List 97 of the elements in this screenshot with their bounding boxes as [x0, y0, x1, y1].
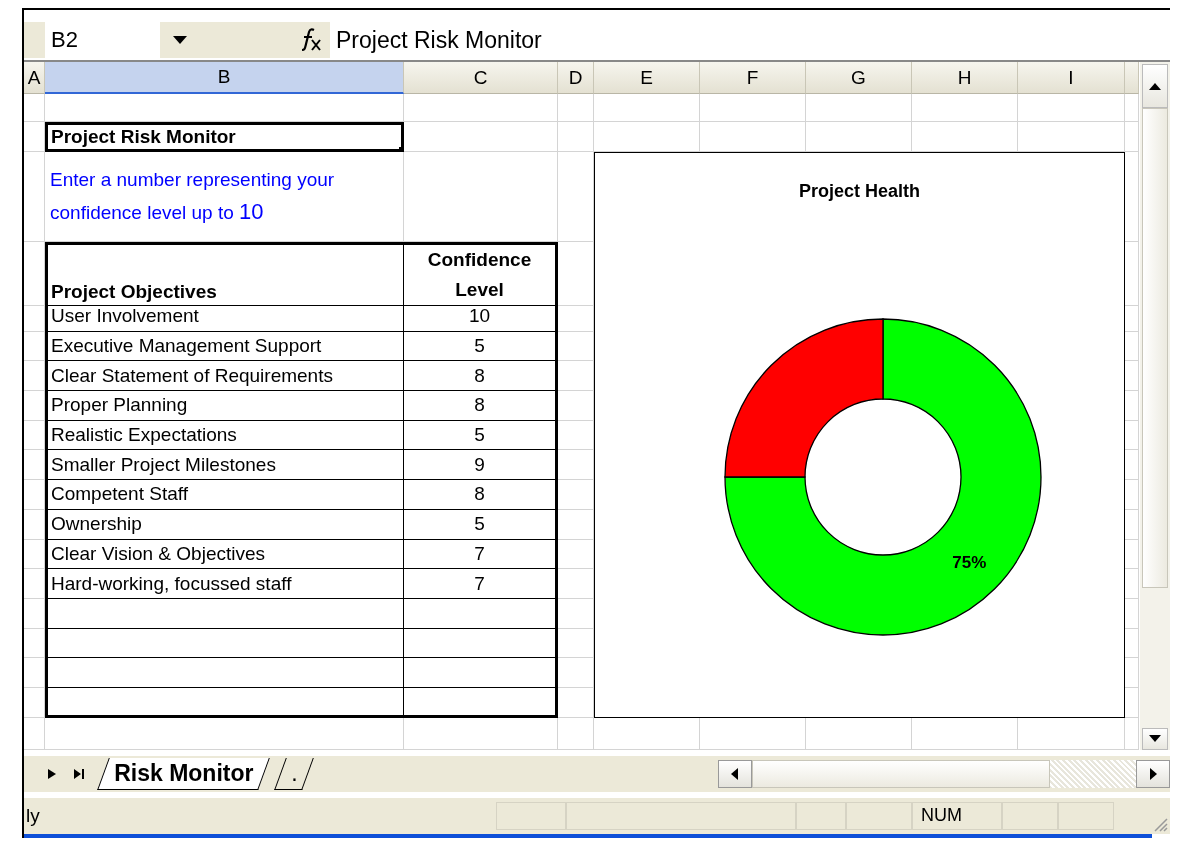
status-text: ly: [25, 804, 41, 827]
sheet-cell[interactable]: [558, 717, 594, 750]
column-header[interactable]: H: [912, 62, 1018, 94]
table-cell[interactable]: Proper Planning: [45, 391, 404, 421]
left-arrow-icon: [731, 767, 739, 780]
sheet-cell[interactable]: [404, 122, 558, 152]
sheet-cell[interactable]: [24, 331, 45, 362]
sheet-cell[interactable]: [1018, 94, 1125, 122]
column-header[interactable]: A: [24, 62, 45, 94]
sheet-cell[interactable]: [806, 94, 912, 122]
table-cell[interactable]: 8: [404, 391, 558, 421]
table-cell[interactable]: Clear Statement of Requirements: [45, 361, 404, 392]
sheet-cell[interactable]: [1125, 122, 1139, 152]
column-header[interactable]: D: [558, 62, 594, 94]
table-cell[interactable]: [45, 598, 404, 629]
scroll-left-button[interactable]: [717, 759, 752, 788]
sheet-cell[interactable]: [404, 152, 558, 242]
table-cell[interactable]: 8: [404, 480, 558, 510]
sheet-cell[interactable]: [1125, 94, 1139, 122]
table-cell[interactable]: [45, 658, 404, 688]
right-arrow-icon: [1149, 767, 1157, 780]
sheet-cell[interactable]: [24, 361, 45, 392]
sheet-cell[interactable]: [24, 152, 45, 242]
table-cell[interactable]: Clear Vision & Objectives: [45, 539, 404, 570]
table-cell[interactable]: [404, 598, 558, 629]
sheet-cell[interactable]: [24, 509, 45, 540]
sheet-cell[interactable]: [24, 242, 45, 306]
sheet-cell[interactable]: [24, 687, 45, 718]
sheet-cell[interactable]: [45, 94, 404, 122]
scrollbar-thumb[interactable]: [751, 759, 1050, 788]
data-label: 75%: [952, 552, 987, 572]
scroll-up-button[interactable]: [1142, 64, 1168, 108]
table-cell[interactable]: [404, 628, 558, 659]
table-cell[interactable]: 7: [404, 539, 558, 570]
sheet-cell[interactable]: [24, 122, 45, 152]
scrollbar-thumb[interactable]: [1142, 108, 1168, 588]
table-cell[interactable]: 5: [404, 420, 558, 451]
instruction-cell[interactable]: Enter a number representing your confidence level up to 10: [45, 152, 404, 242]
sheet-cell[interactable]: [558, 94, 594, 122]
column-header[interactable]: F: [700, 62, 806, 94]
scroll-down-button[interactable]: [1142, 727, 1168, 750]
table-cell[interactable]: Executive Management Support: [45, 331, 404, 362]
sheet-cell[interactable]: [594, 94, 700, 122]
column-header[interactable]: E: [594, 62, 700, 94]
table-cell[interactable]: 9: [404, 450, 558, 481]
num-lock-indicator: NUM: [912, 801, 1002, 830]
down-arrow-icon: [1149, 735, 1161, 743]
table-header-cell[interactable]: Project Objectives: [45, 242, 404, 306]
sheet-cell[interactable]: [1125, 717, 1139, 750]
table-cell[interactable]: Competent Staff: [45, 480, 404, 510]
table-cell[interactable]: 7: [404, 569, 558, 599]
table-cell[interactable]: [45, 687, 404, 718]
play-icon: [47, 768, 56, 779]
sheet-tab[interactable]: Risk Monitor: [97, 757, 271, 790]
table-header-cell[interactable]: Confidence Level: [404, 242, 558, 306]
table-cell[interactable]: Smaller Project Milestones: [45, 450, 404, 481]
skip-end-icon: [73, 768, 85, 779]
column-header[interactable]: G: [806, 62, 912, 94]
sheet-cell[interactable]: [24, 539, 45, 570]
sheet-cell[interactable]: [24, 391, 45, 421]
table-cell[interactable]: Ownership: [45, 509, 404, 540]
resize-grip-icon: [1152, 815, 1168, 832]
table-cell[interactable]: 10: [404, 302, 558, 332]
table-cell[interactable]: 5: [404, 509, 558, 540]
table-cell[interactable]: [404, 658, 558, 688]
table-cell[interactable]: [45, 628, 404, 659]
sheet-cell[interactable]: [700, 94, 806, 122]
column-header[interactable]: I: [1018, 62, 1125, 94]
name-box[interactable]: B2: [45, 22, 160, 58]
sheet-cell[interactable]: [24, 598, 45, 629]
table-cell[interactable]: [404, 687, 558, 718]
sheet-cell[interactable]: [558, 122, 594, 152]
sheet-cell[interactable]: [912, 94, 1018, 122]
column-header[interactable]: B: [45, 62, 404, 94]
up-arrow-icon: [1149, 82, 1161, 90]
sheet-cell[interactable]: [45, 717, 404, 750]
chart-title: Project Health: [798, 181, 920, 202]
sheet-cell[interactable]: [24, 717, 45, 750]
sheet-cell[interactable]: [24, 658, 45, 688]
table-cell[interactable]: 8: [404, 361, 558, 392]
sheet-cell[interactable]: [24, 480, 45, 510]
table-cell[interactable]: Realistic Expectations: [45, 420, 404, 451]
table-cell[interactable]: 5: [404, 331, 558, 362]
caret-icon: [173, 36, 187, 44]
sheet-cell[interactable]: [24, 628, 45, 659]
sheet-cell[interactable]: [24, 94, 45, 122]
column-header[interactable]: C: [404, 62, 558, 94]
sheet-cell[interactable]: [24, 450, 45, 481]
formula-field[interactable]: Project Risk Monitor: [330, 22, 1170, 58]
table-cell[interactable]: Hard-working, focussed staff: [45, 569, 404, 599]
sheet-tab[interactable]: .: [274, 757, 315, 790]
sheet-cell[interactable]: [24, 420, 45, 451]
sheet-cell[interactable]: [24, 569, 45, 599]
sheet-cell[interactable]: [404, 94, 558, 122]
sheet-title-cell[interactable]: Project Risk Monitor: [45, 122, 404, 152]
sheet-cell[interactable]: [404, 717, 558, 750]
scroll-right-button[interactable]: [1136, 759, 1170, 788]
